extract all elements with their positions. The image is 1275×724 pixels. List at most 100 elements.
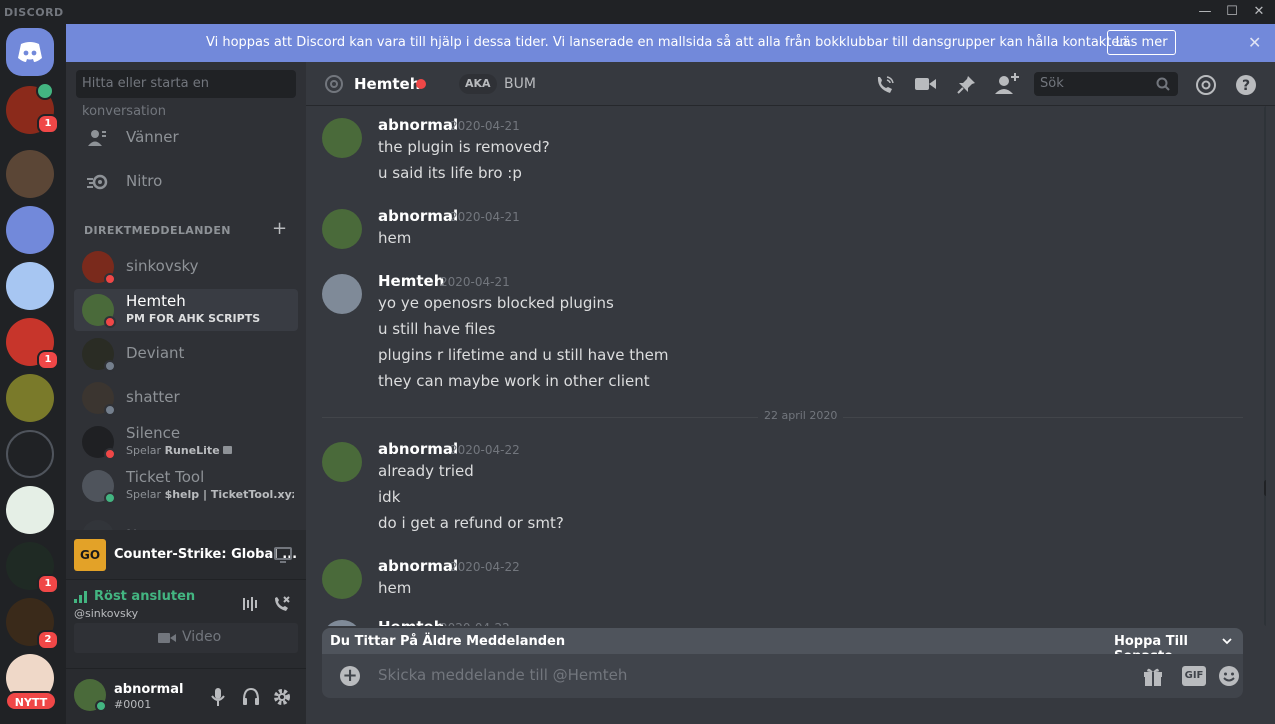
message-text: u still have files bbox=[378, 320, 496, 338]
nav-nitro-label: Nitro bbox=[126, 172, 163, 190]
gif-picker-button[interactable]: GIF bbox=[1182, 666, 1206, 686]
user-panel: abnormal #0001 bbox=[66, 668, 306, 724]
nitro-icon bbox=[87, 174, 108, 190]
game-icon: GO bbox=[74, 539, 106, 571]
server-badge: 1 bbox=[37, 350, 59, 370]
older-messages-label: Du Tittar På Äldre Meddelanden bbox=[330, 634, 566, 649]
add-friend-icon[interactable] bbox=[994, 72, 1020, 96]
message-author[interactable]: abnormal bbox=[378, 207, 458, 225]
dm-name: Silence bbox=[126, 424, 181, 442]
chat-search-input[interactable]: Sök bbox=[1034, 72, 1178, 96]
avatar[interactable] bbox=[322, 620, 362, 626]
server-rail: 1 1 1 2 NYTT bbox=[0, 24, 66, 724]
emoji-icon[interactable] bbox=[1218, 665, 1240, 687]
dm-item[interactable]: Silence Spelar RuneLite bbox=[74, 421, 298, 463]
message-text: hem bbox=[378, 579, 412, 597]
notice-close-icon[interactable]: ✕ bbox=[1248, 33, 1261, 52]
close-window-button[interactable]: ✕ bbox=[1246, 2, 1272, 22]
dm-item[interactable]: Hemteh PM FOR AHK SCRIPTS bbox=[74, 289, 298, 331]
help-icon[interactable]: ? bbox=[1235, 74, 1257, 96]
conversation-search-input[interactable]: Hitta eller starta en konversation bbox=[76, 70, 296, 119]
dm-name: shatter bbox=[126, 388, 180, 406]
message-author[interactable]: abnormal bbox=[378, 116, 458, 134]
message-author[interactable]: Hemteh bbox=[378, 618, 444, 626]
dm-subtitle: PM FOR AHK SCRIPTS bbox=[126, 312, 261, 325]
avatar[interactable] bbox=[322, 118, 362, 158]
search-icon bbox=[1156, 77, 1170, 91]
status-dnd-icon bbox=[104, 273, 116, 285]
server-alibaba[interactable] bbox=[6, 150, 54, 198]
minimize-button[interactable]: — bbox=[1192, 2, 1218, 22]
older-messages-bar[interactable]: Du Tittar På Äldre Meddelanden Hoppa Til… bbox=[322, 628, 1243, 664]
disconnect-call-icon[interactable] bbox=[272, 594, 292, 614]
avatar[interactable] bbox=[322, 559, 362, 599]
message-text: idk bbox=[378, 488, 401, 506]
message-timestamp: 2020-04-21 bbox=[440, 275, 510, 289]
message-scrollbar[interactable] bbox=[1264, 106, 1266, 626]
server-alarm[interactable] bbox=[6, 486, 54, 534]
upload-plus-icon[interactable]: + bbox=[340, 666, 360, 686]
nav-nitro[interactable]: Nitro bbox=[74, 162, 298, 202]
voice-bars-icon[interactable] bbox=[242, 596, 260, 612]
message-author[interactable]: abnormal bbox=[378, 440, 458, 458]
dm-item[interactable]: shatter bbox=[74, 377, 298, 419]
dm-subtitle: Spelar $help | TicketTool.xyz... bbox=[126, 488, 294, 501]
gear-icon[interactable] bbox=[272, 687, 292, 707]
message-list: abnormal 2020-04-21 the plugin is remove… bbox=[306, 106, 1266, 626]
voice-handle: @sinkovsky bbox=[74, 607, 139, 620]
video-button[interactable]: Video bbox=[74, 623, 298, 653]
new-pill: NYTT bbox=[5, 691, 57, 711]
mentions-icon[interactable] bbox=[1195, 74, 1217, 96]
home-button[interactable] bbox=[6, 28, 54, 76]
add-dm-icon[interactable]: + bbox=[272, 218, 287, 239]
nav-friends[interactable]: Vänner bbox=[74, 118, 298, 158]
read-more-button[interactable]: Läs mer bbox=[1107, 30, 1176, 55]
status-offline-icon bbox=[104, 360, 116, 372]
server-badge: 2 bbox=[37, 630, 59, 650]
server-discord-cat[interactable] bbox=[6, 262, 54, 310]
app-brand: DISCORD bbox=[4, 6, 64, 19]
nav-friends-label: Vänner bbox=[126, 128, 179, 146]
stream-screen-icon[interactable] bbox=[274, 546, 292, 564]
chat-search-placeholder: Sök bbox=[1040, 76, 1064, 91]
message-timestamp: 2020-04-22 bbox=[450, 560, 520, 574]
status-dnd-icon bbox=[104, 316, 116, 328]
message-input[interactable]: Skicka meddelande till @Hemteh bbox=[378, 666, 627, 684]
rich-presence-icon bbox=[223, 446, 233, 454]
aka-value: BUM bbox=[504, 76, 536, 92]
activity-prefix: Spelar bbox=[126, 488, 165, 501]
avatar[interactable] bbox=[322, 442, 362, 482]
signal-icon bbox=[74, 591, 87, 603]
avatar[interactable] bbox=[322, 274, 362, 314]
message-author[interactable]: abnormal bbox=[378, 557, 458, 575]
headphones-icon[interactable] bbox=[241, 687, 261, 707]
message-author[interactable]: Hemteh bbox=[378, 272, 444, 290]
gift-icon[interactable] bbox=[1142, 665, 1164, 687]
user-tag: #0001 bbox=[114, 698, 152, 711]
voice-speaker-icon bbox=[36, 82, 54, 100]
dm-item[interactable]: sinkovsky bbox=[74, 246, 298, 288]
dm-item[interactable]: Ticket Tool Spelar $help | TicketTool.xy… bbox=[74, 465, 298, 507]
maximize-button[interactable]: ☐ bbox=[1219, 2, 1245, 22]
avatar[interactable] bbox=[322, 209, 362, 249]
server-badge: 1 bbox=[37, 574, 59, 594]
server-osrs-multibox[interactable] bbox=[6, 430, 54, 478]
discord-app: DISCORD — ☐ ✕ 1 1 1 2 NYTT Vi hoppas att… bbox=[0, 0, 1275, 724]
pin-icon[interactable] bbox=[955, 74, 977, 96]
date-divider: 22 april 2020 bbox=[322, 409, 1243, 422]
video-call-icon[interactable] bbox=[915, 75, 937, 93]
message-text: do i get a refund or smt? bbox=[378, 514, 564, 532]
chat-panel: Hemteh AKA BUM Sök ? abnormal 2020-04-21… bbox=[306, 62, 1275, 724]
dm-name: Ticket Tool bbox=[126, 468, 205, 486]
message-text: yo ye openosrs blocked plugins bbox=[378, 294, 614, 312]
scrollbar-thumb[interactable] bbox=[1264, 480, 1266, 496]
svg-text:?: ? bbox=[1242, 78, 1250, 94]
server-game[interactable] bbox=[6, 374, 54, 422]
microphone-icon[interactable] bbox=[210, 687, 226, 707]
voice-call-icon[interactable] bbox=[874, 74, 896, 96]
dm-name: Deviant bbox=[126, 344, 185, 362]
chat-header: Hemteh AKA BUM Sök ? bbox=[306, 62, 1275, 106]
server-avatar-hat[interactable] bbox=[6, 206, 54, 254]
dm-item[interactable]: Deviant bbox=[74, 333, 298, 375]
dm-name: Hemteh bbox=[126, 292, 186, 310]
